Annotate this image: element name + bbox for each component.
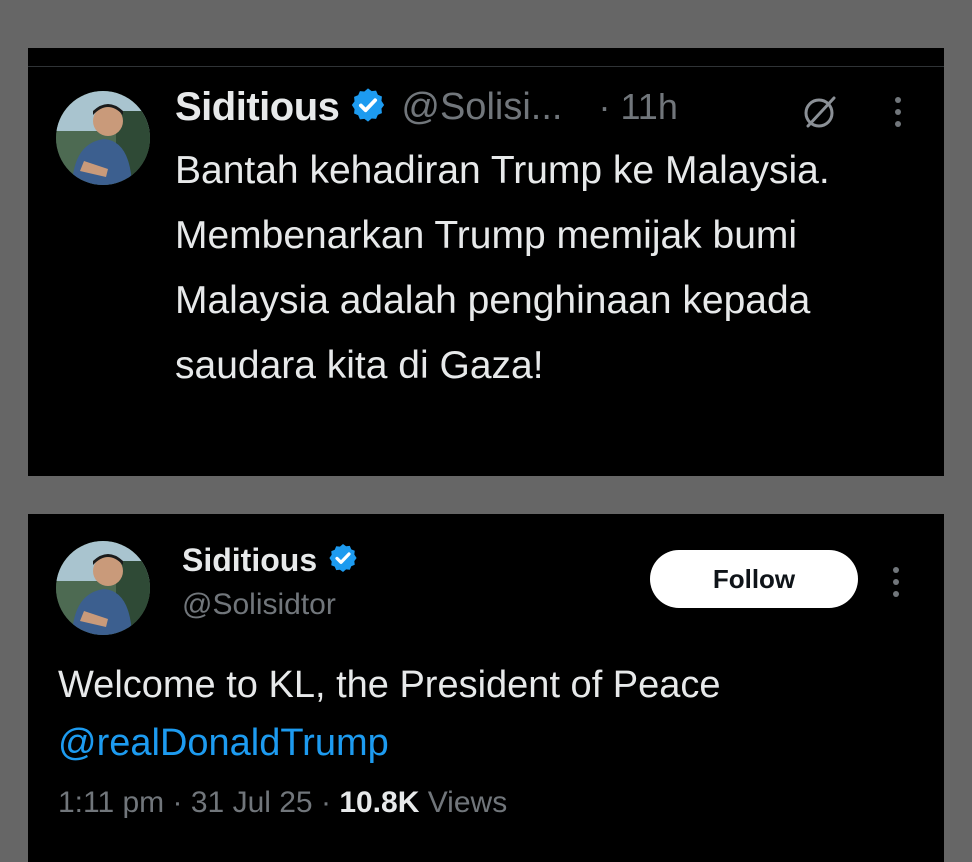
follow-button[interactable]: Follow <box>650 550 858 608</box>
handle[interactable]: @Solisi... <box>401 86 562 129</box>
more-vertical-icon[interactable] <box>886 562 906 607</box>
views-count: 10.8K <box>339 786 420 819</box>
post-meta: 1:11 pm · 31 Jul 25 · 10.8K Views <box>58 786 507 820</box>
post-card-2[interactable]: Siditious @Solisidtor Follow Welcome to … <box>28 514 944 862</box>
post-text: Welcome to KL, the President of Peace @r… <box>58 656 918 772</box>
handle[interactable]: @Solisidtor <box>182 588 336 622</box>
more-vertical-icon[interactable] <box>888 92 908 137</box>
avatar[interactable] <box>56 91 150 185</box>
post-header: Siditious @Solisi... · 11h <box>175 82 678 132</box>
post-card-1[interactable]: Siditious @Solisi... · 11h Bantah kehadi… <box>28 48 944 476</box>
verified-badge-icon <box>349 86 387 129</box>
grok-icon[interactable] <box>800 92 840 137</box>
separator: · <box>320 786 331 819</box>
post-time[interactable]: 1:11 pm <box>58 786 164 819</box>
post-time[interactable]: · 11h <box>598 86 677 128</box>
avatar[interactable] <box>56 541 150 635</box>
post-text: Bantah kehadiran Trump ke Malaysia. Memb… <box>175 149 830 387</box>
author-name-row: Siditious <box>182 542 359 579</box>
post-text-body: Welcome to KL, the President of Peace <box>58 664 721 706</box>
views-label: Views <box>427 786 508 819</box>
post-date[interactable]: 31 Jul 25 <box>191 786 313 819</box>
display-name[interactable]: Siditious <box>175 85 340 130</box>
mention-link[interactable]: @realDonaldTrump <box>58 714 918 772</box>
display-name[interactable]: Siditious <box>182 542 317 579</box>
verified-badge-icon <box>327 542 359 579</box>
separator: · <box>172 786 183 819</box>
divider <box>28 66 944 67</box>
